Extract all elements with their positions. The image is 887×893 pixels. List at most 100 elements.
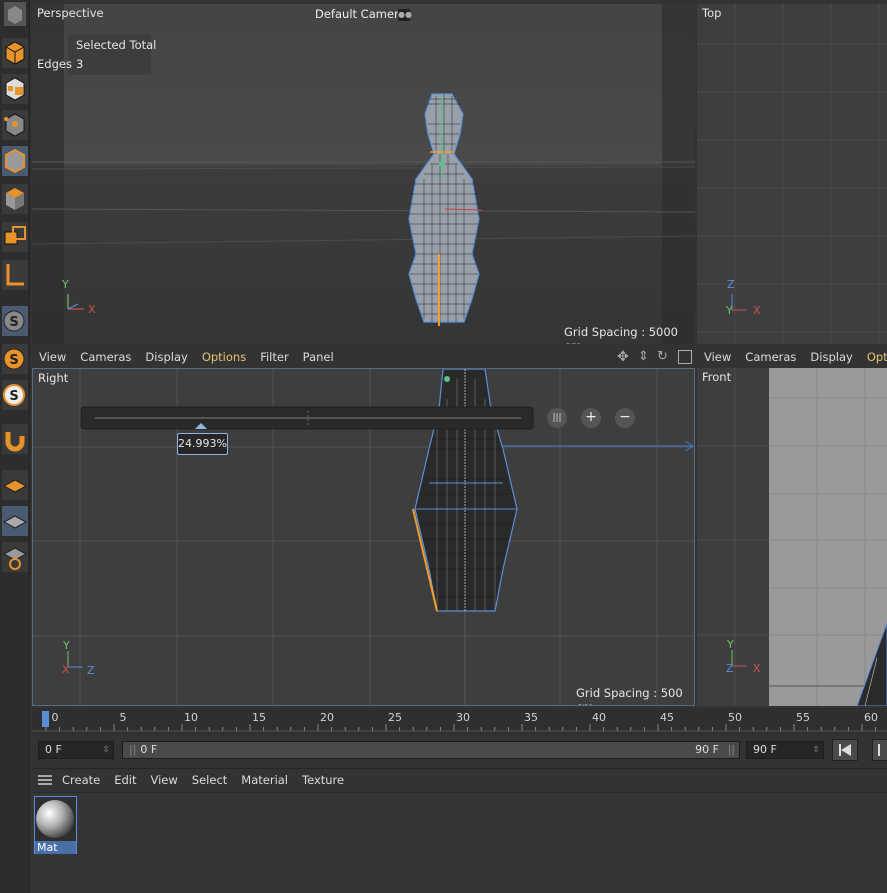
current-frame-stepper-icon[interactable]: ⇳ <box>102 742 110 758</box>
menu-display[interactable]: Display <box>145 350 187 364</box>
axis-mode-icon[interactable] <box>2 260 28 290</box>
edges-mode-icon[interactable] <box>2 146 28 176</box>
frame-range-slider[interactable]: || 0 F 90 F || <box>122 741 740 759</box>
axis-y-label: Y <box>63 639 70 652</box>
range-start-handle-icon[interactable]: || <box>129 743 136 756</box>
end-frame-stepper-icon[interactable]: ⇳ <box>812 742 820 758</box>
move-view-icon[interactable]: ✥ <box>617 349 633 365</box>
timeline-tick-label: 30 <box>456 711 470 724</box>
timeline-tick-label: 15 <box>252 711 266 724</box>
left-toolbar: S S S <box>0 0 30 893</box>
menu-display[interactable]: Display <box>810 350 852 364</box>
range-end-handle-icon[interactable]: || <box>728 742 735 758</box>
timeline-tick-label: 60 <box>864 711 878 724</box>
range-end-value: 90 F <box>695 743 719 756</box>
axis-z-label: Z <box>87 664 95 677</box>
points-mode-icon[interactable] <box>2 110 28 140</box>
texture-mode-icon[interactable] <box>2 74 28 104</box>
edges-count: 3 <box>76 57 84 71</box>
top-grid <box>697 4 887 344</box>
timeline-tick-label: 55 <box>796 711 810 724</box>
timeline-tick-label: 25 <box>388 711 402 724</box>
axis-x-label: X <box>753 304 761 317</box>
hamburger-icon[interactable] <box>38 775 52 785</box>
go-to-start-button[interactable] <box>832 739 858 761</box>
camera-dots-icon[interactable]: ●● <box>398 9 412 21</box>
model-mode-icon[interactable] <box>2 38 28 68</box>
material-name: Mat <box>35 841 76 854</box>
magnet-icon[interactable] <box>2 424 28 454</box>
timeline-tick-label: 50 <box>728 711 742 724</box>
menu-filter[interactable]: Filter <box>260 350 288 364</box>
snap-workplane-icon[interactable]: S <box>2 380 28 410</box>
material-menu-select[interactable]: Select <box>192 773 227 787</box>
slider-options-icon[interactable]: ||| <box>551 413 563 423</box>
axis-z-label: Z <box>727 278 735 291</box>
axis-z-label: Z <box>726 662 734 675</box>
viewport-label: Perspective <box>37 6 104 20</box>
timeline-tick-label: 0 <box>52 711 59 724</box>
axis-y-label: Y <box>62 278 69 291</box>
menu-view[interactable]: View <box>704 350 731 364</box>
menu-view[interactable]: View <box>39 350 66 364</box>
axis-x-label: X <box>88 303 96 316</box>
menu-cameras[interactable]: Cameras <box>80 350 131 364</box>
front-viewport-menu: View Cameras Display Options <box>697 346 887 368</box>
undo-icon[interactable] <box>2 0 28 30</box>
slider-increase-icon[interactable]: + <box>584 409 598 425</box>
rotate-view-icon[interactable]: ↻ <box>657 349 673 365</box>
selected-total-label: Selected Total <box>76 38 157 52</box>
material-menu-texture[interactable]: Texture <box>302 773 344 787</box>
timeline-tick-label: 45 <box>660 711 674 724</box>
perspective-viewport[interactable]: Perspective Default Camera ●● Selected T… <box>32 4 695 344</box>
timeline-tick-label: 35 <box>524 711 538 724</box>
material-swatch[interactable]: Mat <box>34 796 77 854</box>
axis-x-label: X <box>753 662 761 675</box>
viewport-label: Top <box>702 6 722 20</box>
frame-controls: 0 F ⇳ || 0 F 90 F || 90 F ⇳ <box>32 738 887 762</box>
timeline-tick-label: 20 <box>320 711 334 724</box>
edges-label: Edges <box>37 57 72 71</box>
snap-settings-icon[interactable]: S <box>2 344 28 374</box>
uv-mode-icon[interactable] <box>2 222 28 252</box>
menu-options[interactable]: Options <box>202 350 246 364</box>
previous-key-button[interactable] <box>872 739 887 761</box>
maximize-view-icon[interactable] <box>678 350 692 364</box>
timeline-tick-label: 40 <box>592 711 606 724</box>
go-to-start-icon <box>839 744 851 756</box>
end-frame-field[interactable]: 90 F ⇳ <box>746 741 824 759</box>
viewport-label: Right <box>38 371 69 385</box>
axis-x-label: X <box>62 663 70 676</box>
right-viewport[interactable]: Right ||| + − 24.993% Y X Z Grid Spacing… <box>32 368 695 706</box>
zoom-view-icon[interactable]: ⇕ <box>638 349 654 365</box>
snap-icon[interactable]: S <box>2 306 28 336</box>
material-menu-create[interactable]: Create <box>62 773 100 787</box>
workplane-icon[interactable] <box>2 470 28 500</box>
material-menu-view[interactable]: View <box>151 773 178 787</box>
svg-text:S: S <box>9 315 18 330</box>
camera-name[interactable]: Default Camera <box>315 7 406 21</box>
grid-spacing-label: Grid Spacing : 5000 cm <box>564 325 678 344</box>
slider-decrease-icon[interactable]: − <box>618 409 632 425</box>
range-start-value: 0 F <box>140 743 158 756</box>
svg-text:S: S <box>9 353 18 368</box>
planar-workplane-icon[interactable] <box>2 506 28 536</box>
viewport-label: Front <box>702 370 732 384</box>
polygons-mode-icon[interactable] <box>2 184 28 214</box>
menu-options[interactable]: Options <box>867 350 887 364</box>
current-frame-value: 0 F <box>45 743 62 756</box>
timeline-ticks: 0 5 10 15 20 25 30 35 40 45 50 55 60 <box>32 711 887 732</box>
menu-cameras[interactable]: Cameras <box>745 350 796 364</box>
timeline-ruler[interactable]: 0 5 10 15 20 25 30 35 40 45 50 55 60 <box>32 708 887 734</box>
playhead[interactable] <box>42 711 49 727</box>
axis-y-label: Y <box>727 638 734 651</box>
grid-spacing-label: Grid Spacing : 500 cm <box>576 686 683 705</box>
material-menu-edit[interactable]: Edit <box>114 773 136 787</box>
top-viewport[interactable]: Top Z Y X <box>697 4 887 344</box>
workplane-lock-icon[interactable] <box>2 542 28 572</box>
material-list: Mat <box>32 792 887 893</box>
material-menu-material[interactable]: Material <box>241 773 288 787</box>
front-viewport[interactable]: Front Y Z X <box>697 368 887 706</box>
menu-panel[interactable]: Panel <box>303 350 334 364</box>
current-frame-field[interactable]: 0 F ⇳ <box>38 741 114 759</box>
